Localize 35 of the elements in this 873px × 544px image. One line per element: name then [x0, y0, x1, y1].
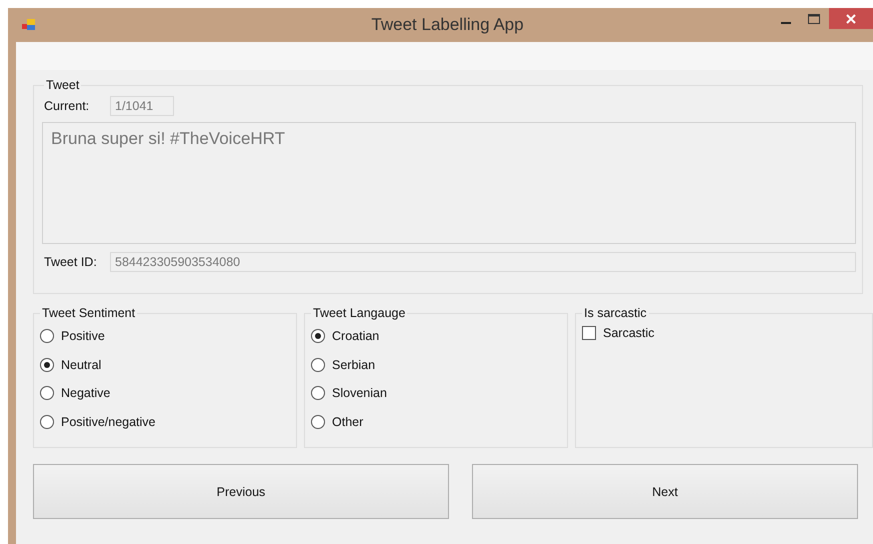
radio-option[interactable]: Serbian	[311, 350, 561, 379]
current-label: Current:	[44, 99, 90, 113]
radio-button[interactable]	[40, 358, 54, 372]
group-title: Tweet	[45, 78, 80, 92]
group-title: Is sarcastic	[583, 306, 648, 320]
radio-option[interactable]: Croatian	[311, 322, 561, 350]
tweet-id-label: Tweet ID:	[44, 255, 98, 269]
group-title: Tweet Langauge	[312, 306, 406, 320]
previous-button[interactable]: Previous	[33, 464, 449, 519]
close-button[interactable]	[829, 8, 873, 29]
radio-option[interactable]: Negative	[40, 379, 290, 408]
radio-button[interactable]	[40, 386, 54, 400]
radio-button[interactable]	[311, 358, 325, 372]
tweet-id-field[interactable]: 584423305903534080	[110, 252, 856, 272]
next-button[interactable]: Next	[472, 464, 858, 519]
maximize-icon	[808, 14, 820, 24]
window-title: Tweet Labelling App	[371, 15, 524, 35]
checkbox[interactable]	[582, 326, 596, 340]
current-field[interactable]: 1/1041	[110, 96, 174, 116]
radio-option[interactable]: Other	[311, 408, 561, 436]
group-title: Tweet Sentiment	[41, 306, 136, 320]
tweet-text-field[interactable]: Bruna super si! #TheVoiceHRT	[42, 122, 856, 244]
sarcastic-checkbox[interactable]: Sarcastic	[582, 322, 866, 344]
radio-option[interactable]: Neutral	[40, 350, 290, 379]
radio-button[interactable]	[311, 414, 325, 429]
radio-button[interactable]	[40, 329, 54, 344]
radio-option[interactable]: Slovenian	[311, 379, 561, 408]
minimize-icon	[781, 22, 791, 24]
app-icon	[22, 19, 36, 31]
radio-button[interactable]	[311, 386, 325, 400]
close-icon	[846, 14, 856, 24]
radio-button[interactable]	[311, 329, 325, 344]
radio-option[interactable]: Positive/negative	[40, 408, 290, 436]
radio-option[interactable]: Positive	[40, 322, 290, 350]
radio-button[interactable]	[40, 414, 54, 429]
